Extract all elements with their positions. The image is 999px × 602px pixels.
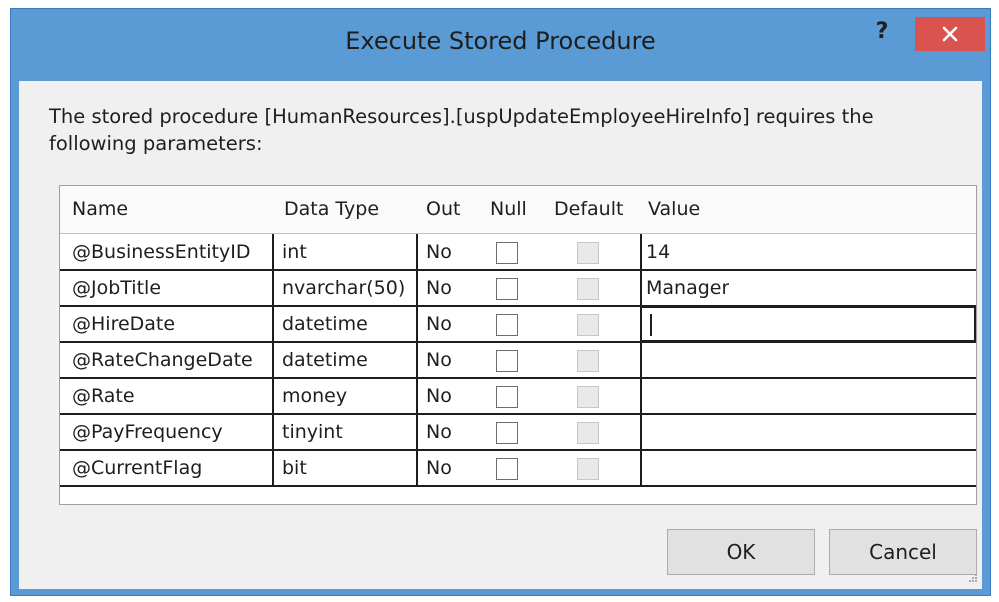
cell-datatype: money (282, 385, 348, 407)
cell-name: @PayFrequency (72, 421, 223, 443)
description-text: The stored procedure [HumanResources].[u… (49, 105, 874, 155)
null-checkbox[interactable] (496, 278, 518, 300)
table-row[interactable]: @JobTitle nvarchar(50) No Manager (60, 270, 976, 306)
cell-name: @BusinessEntityID (72, 241, 251, 263)
default-checkbox (577, 458, 599, 480)
cell-name: @JobTitle (72, 277, 162, 299)
resize-grip-icon[interactable] (964, 571, 978, 585)
parameters-grid: Name Data Type Out Null Default Value @B… (59, 185, 977, 505)
grid-row-line (60, 377, 976, 379)
default-checkbox (577, 242, 599, 264)
execute-stored-procedure-dialog: Execute Stored Procedure ? The stored pr… (10, 8, 991, 596)
help-button[interactable]: ? (869, 19, 895, 53)
table-row[interactable]: @Rate money No (60, 378, 976, 414)
value-input-active[interactable] (640, 306, 976, 342)
cell-out: No (426, 457, 452, 479)
default-checkbox (577, 314, 599, 336)
table-row[interactable]: @HireDate datetime No (60, 306, 976, 342)
null-checkbox[interactable] (496, 458, 518, 480)
null-checkbox[interactable] (496, 242, 518, 264)
grid-row-line (60, 305, 976, 307)
cell-name: @Rate (72, 385, 135, 407)
close-icon (942, 26, 958, 42)
table-row[interactable]: @RateChangeDate datetime No (60, 342, 976, 378)
grid-header: Name Data Type Out Null Default Value (60, 186, 976, 234)
grid-row-line (60, 341, 976, 343)
cell-datatype: nvarchar(50) (282, 277, 406, 299)
header-name[interactable]: Name (72, 186, 128, 233)
cell-out: No (426, 349, 452, 371)
cell-datatype: int (282, 241, 307, 263)
null-checkbox[interactable] (496, 350, 518, 372)
value-input[interactable]: 14 (646, 234, 670, 270)
null-checkbox[interactable] (496, 386, 518, 408)
header-default[interactable]: Default (554, 186, 623, 233)
null-checkbox[interactable] (496, 422, 518, 444)
table-row[interactable]: @CurrentFlag bit No (60, 450, 976, 486)
cell-datatype: tinyint (282, 421, 343, 443)
close-button[interactable] (915, 17, 985, 51)
grid-row-line (60, 413, 976, 415)
cell-name: @CurrentFlag (72, 457, 203, 479)
cell-datatype: bit (282, 457, 307, 479)
grid-row-line (60, 269, 976, 271)
text-caret (650, 314, 652, 336)
title-bar[interactable]: Execute Stored Procedure ? (11, 9, 990, 81)
cell-out: No (426, 385, 452, 407)
default-checkbox (577, 422, 599, 444)
cell-datatype: datetime (282, 349, 368, 371)
table-row[interactable]: @PayFrequency tinyint No (60, 414, 976, 450)
default-checkbox (577, 350, 599, 372)
cell-out: No (426, 241, 452, 263)
cell-name: @HireDate (72, 313, 176, 335)
header-value[interactable]: Value (648, 186, 700, 233)
dialog-body: The stored procedure [HumanResources].[u… (19, 81, 982, 589)
null-checkbox[interactable] (496, 314, 518, 336)
header-null[interactable]: Null (490, 186, 527, 233)
grid-row-line (60, 485, 976, 487)
cancel-button[interactable]: Cancel (829, 529, 977, 575)
cell-datatype: datetime (282, 313, 368, 335)
grid-row-line (60, 449, 976, 451)
cell-name: @RateChangeDate (72, 349, 253, 371)
table-row[interactable]: @BusinessEntityID int No 14 (60, 234, 976, 270)
cell-out: No (426, 277, 452, 299)
cell-out: No (426, 421, 452, 443)
dialog-title: Execute Stored Procedure (345, 27, 656, 55)
default-checkbox (577, 386, 599, 408)
header-out[interactable]: Out (426, 186, 460, 233)
value-input[interactable]: Manager (646, 270, 729, 306)
ok-button[interactable]: OK (667, 529, 815, 575)
header-datatype[interactable]: Data Type (284, 186, 379, 233)
cell-out: No (426, 313, 452, 335)
default-checkbox (577, 278, 599, 300)
